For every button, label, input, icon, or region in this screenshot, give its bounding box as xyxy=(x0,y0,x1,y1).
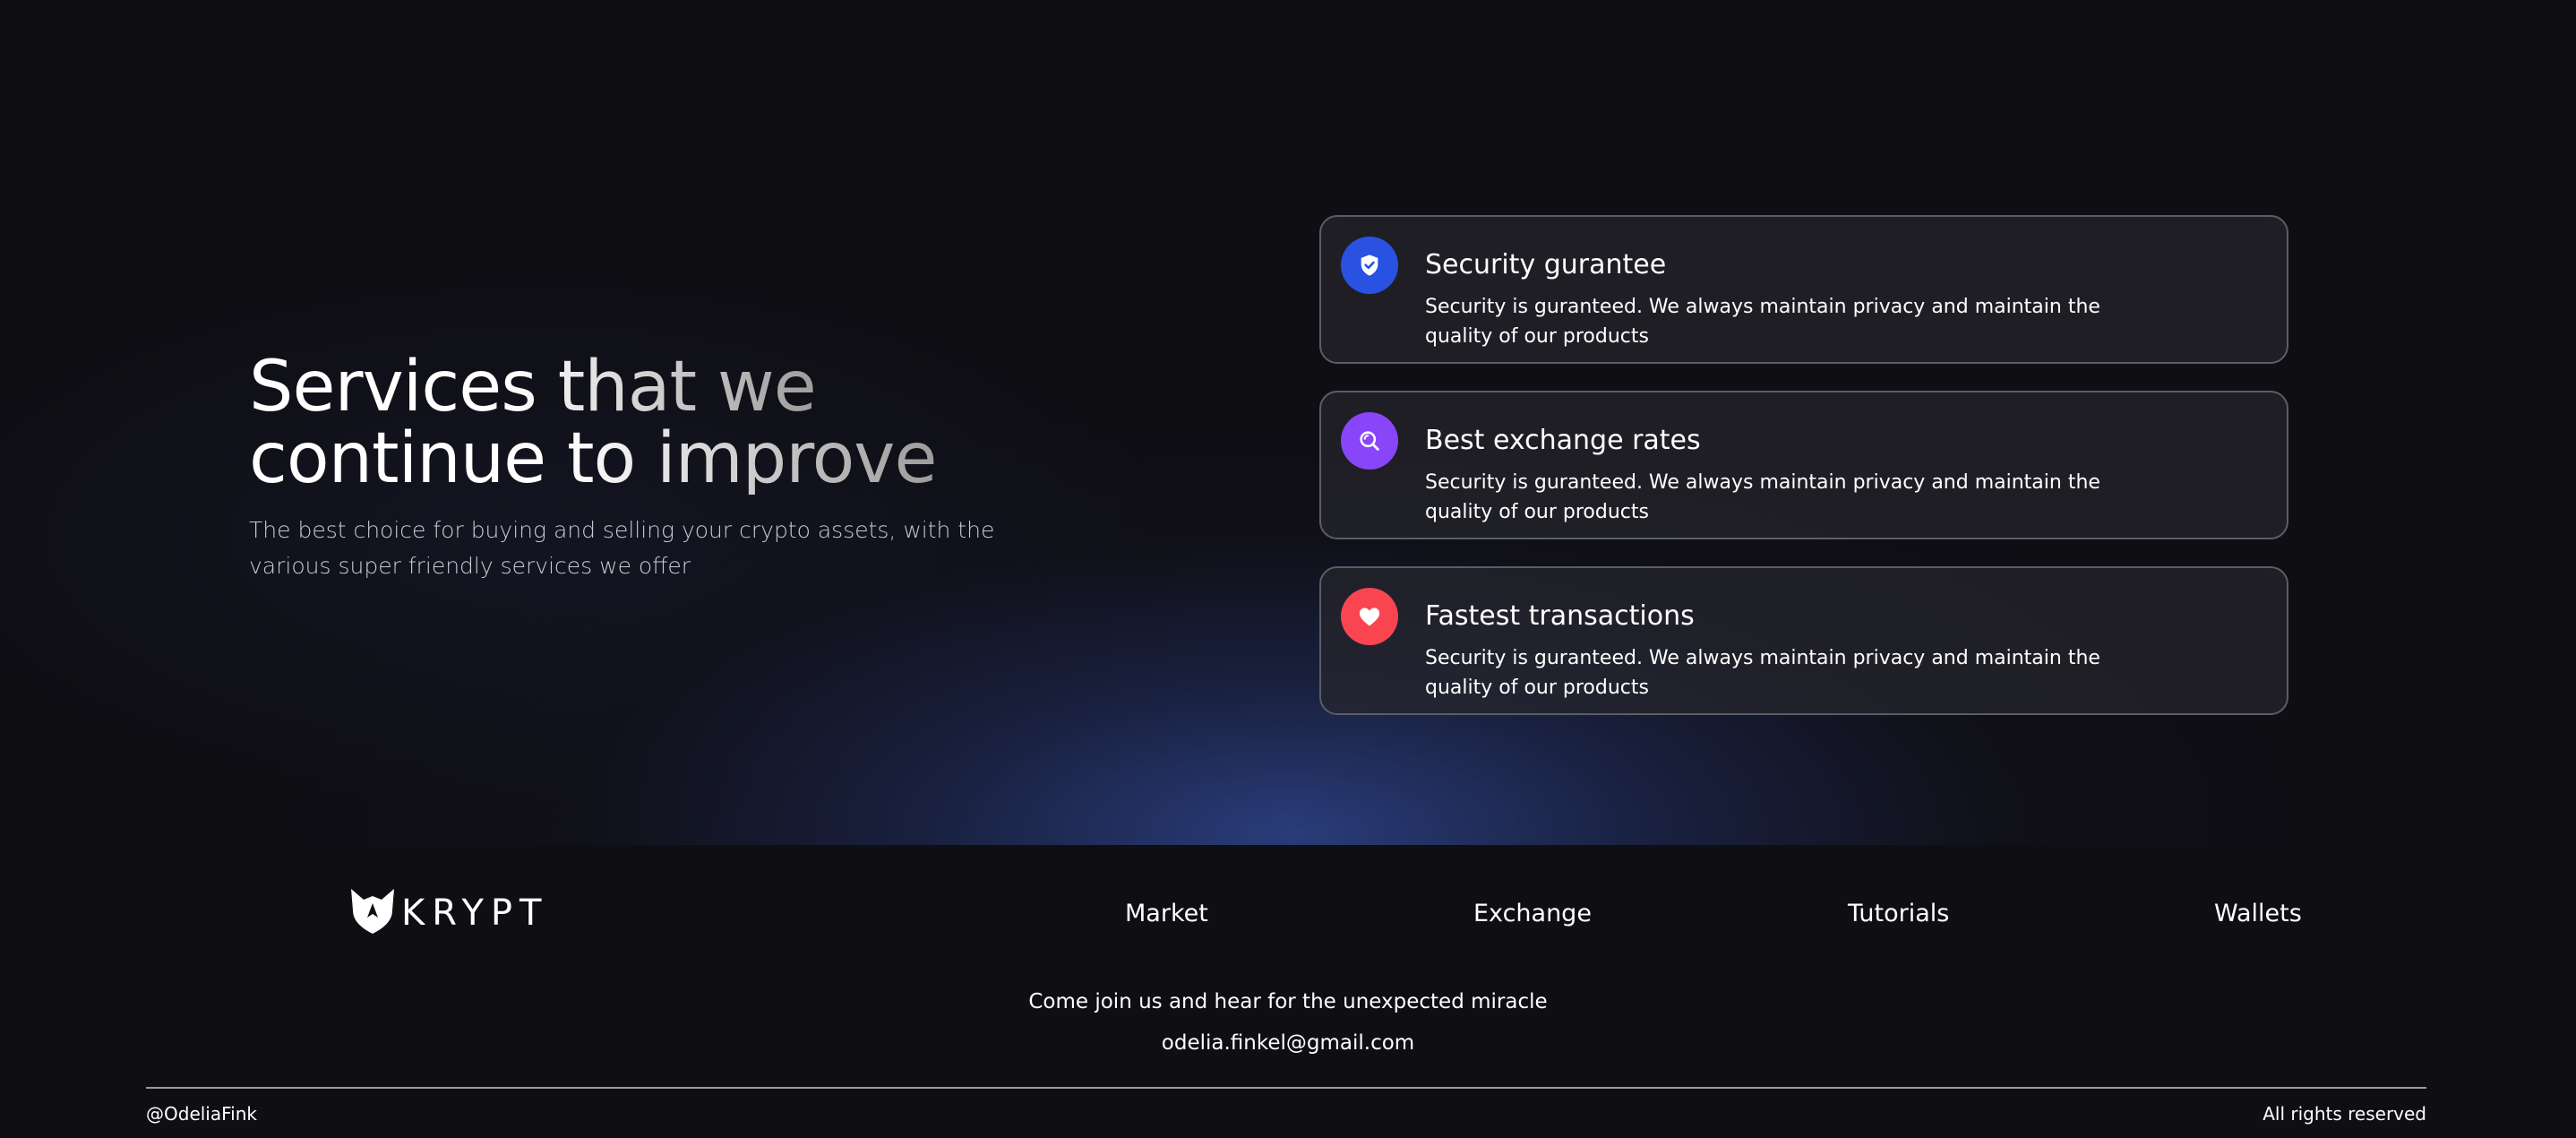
page: Services that we continue to improve The… xyxy=(0,0,2576,1138)
footer-email[interactable]: odelia.finkel@gmail.com xyxy=(0,1028,2576,1058)
footer-rights: All rights reserved xyxy=(2263,1103,2426,1125)
hero-title-line-1: Services that we xyxy=(249,347,817,427)
search-icon xyxy=(1341,412,1398,470)
logo-wordmark: KRYPT xyxy=(401,892,549,934)
krypt-logo[interactable]: KRYPT xyxy=(348,887,548,939)
footer-tagline: Come join us and hear for the unexpected… xyxy=(1028,990,1548,1013)
service-card-security: Security gurantee Security is guranteed.… xyxy=(1319,215,2288,364)
service-card-fastest-transactions: Fastest transactions Security is gurante… xyxy=(1319,566,2288,715)
hero-title: Services that we continue to improve xyxy=(249,347,937,499)
nav-link-exchange[interactable]: Exchange xyxy=(1473,896,1592,932)
footer-divider xyxy=(146,1087,2426,1089)
service-description: Security is guranteed. We always maintai… xyxy=(1425,471,2100,523)
nav-link-market[interactable]: Market xyxy=(1125,896,1208,932)
service-title: Fastest transactions xyxy=(1425,600,1695,632)
hero-subtitle: The best choice for buying and selling y… xyxy=(249,517,995,579)
nav-link-wallets[interactable]: Wallets xyxy=(2214,896,2302,932)
nav-link-tutorials[interactable]: Tutorials xyxy=(1848,896,1949,932)
service-description: Security is guranteed. We always maintai… xyxy=(1425,296,2100,348)
hero-title-line-2: continue to improve xyxy=(249,418,937,499)
shield-check-icon xyxy=(1341,237,1398,294)
heart-icon xyxy=(1341,588,1398,645)
fox-logo-icon xyxy=(348,887,398,939)
footer-handle: @OdeliaFink xyxy=(146,1103,257,1125)
service-card-exchange-rates: Best exchange rates Security is gurantee… xyxy=(1319,391,2288,539)
service-title: Security gurantee xyxy=(1425,249,1667,280)
service-description: Security is guranteed. We always maintai… xyxy=(1425,647,2100,699)
service-title: Best exchange rates xyxy=(1425,425,1701,456)
